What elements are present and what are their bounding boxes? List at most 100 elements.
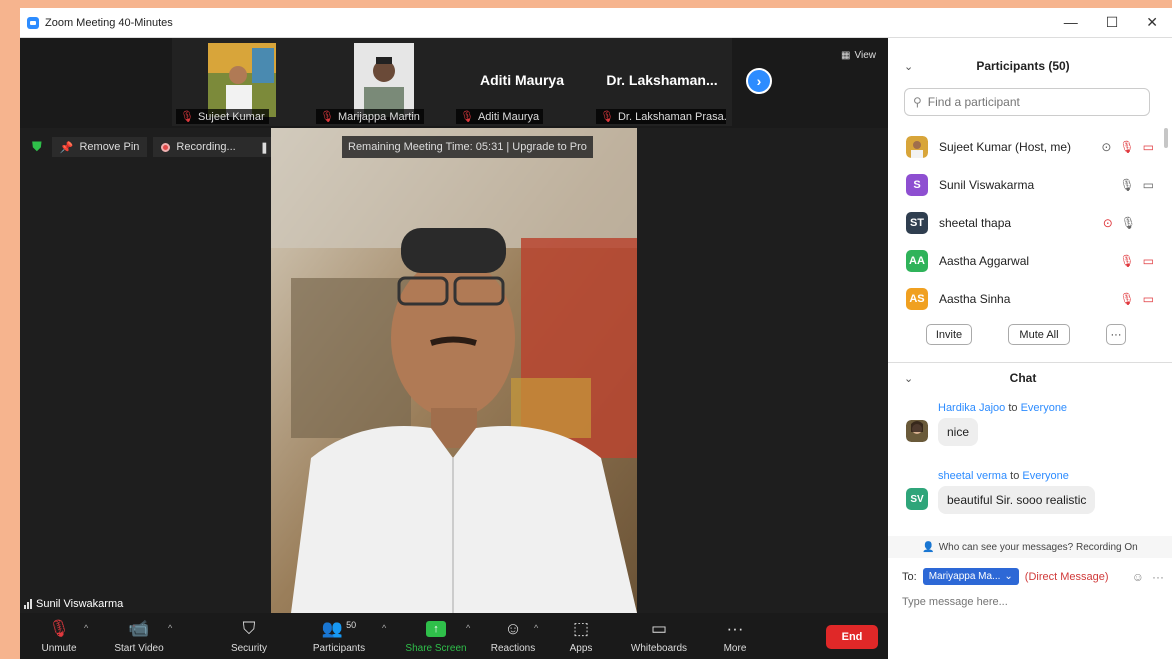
participants-header: ⌄ Participants (50) <box>904 59 1070 73</box>
shield-check-icon: ⛊ <box>32 139 42 154</box>
people-icon: 👥 <box>321 619 344 638</box>
more-options-button[interactable]: ··· <box>1106 324 1126 345</box>
collapse-chevron-icon[interactable]: ⌄ <box>904 372 913 385</box>
remove-pin-button[interactable]: 📌 Remove Pin <box>51 137 148 157</box>
thumbnail-caption: 🎙 Marijappa Martin <box>316 109 424 124</box>
chat-message-input[interactable] <box>902 596 1152 608</box>
participants-button[interactable]: 👥 50 Participants <box>304 617 374 654</box>
video-options-caret-icon[interactable]: ^ <box>168 623 172 633</box>
pin-icon: 📌 <box>59 141 74 154</box>
close-button[interactable]: ✕ <box>1146 14 1158 31</box>
whiteboards-button[interactable]: ▭ Whiteboards <box>624 617 694 654</box>
mute-all-button[interactable]: Mute All <box>1008 324 1070 345</box>
mic-muted-icon: 🎙 <box>460 111 474 123</box>
window-controls: — ☐ ✕ <box>1064 14 1158 31</box>
video-off-icon: ▭ <box>1142 254 1154 268</box>
participant-row[interactable]: ST sheetal thapa ⊙ 🎙 <box>888 204 1158 242</box>
participant-search-input[interactable] <box>927 95 1128 109</box>
collapse-chevron-icon[interactable]: ⌄ <box>904 60 913 73</box>
remaining-time-banner[interactable]: Remaining Meeting Time: 05:31 | Upgrade … <box>342 136 593 158</box>
chat-bubble: beautiful Sir. sooo realistic <box>938 486 1096 514</box>
invite-button[interactable]: Invite <box>926 324 972 345</box>
audio-options-caret-icon[interactable]: ^ <box>84 623 88 633</box>
recipient-dropdown[interactable]: Mariyappa Ma... ⌄ <box>922 568 1019 585</box>
avatar <box>906 420 928 442</box>
mic-icon: 🎙 <box>1120 216 1136 230</box>
emoji-icon[interactable]: ☺ <box>1132 570 1144 584</box>
share-caret-icon[interactable]: ^ <box>466 623 470 633</box>
more-dots-icon: ··· <box>726 619 744 638</box>
grid-icon: ▦ <box>841 50 851 61</box>
thumbnail-video[interactable]: Dr. Lakshaman... 🎙 Dr. Lakshaman Prasa..… <box>592 38 732 126</box>
recording-icon: ⊙ <box>1102 216 1113 230</box>
participant-search[interactable]: ⚲ <box>904 88 1150 116</box>
thumbnail-video[interactable]: 🎙 Sujeet Kumar <box>172 38 312 126</box>
start-video-button[interactable]: 📹 Start Video <box>104 617 174 654</box>
avatar: AS <box>906 288 928 310</box>
mic-muted-icon: 🎙 <box>600 111 614 123</box>
active-speaker-video: Remaining Meeting Time: 05:31 | Upgrade … <box>271 128 637 613</box>
apps-button[interactable]: ⬚ Apps <box>546 617 616 654</box>
avatar: ST <box>906 212 928 234</box>
video-off-icon: ▭ <box>1142 292 1154 306</box>
mic-muted-icon: 🎙 <box>1119 140 1135 154</box>
thumbnail-video[interactable]: Aditi Maurya 🎙 Aditi Maurya <box>452 38 592 126</box>
panel-divider <box>888 362 1172 363</box>
minimize-button[interactable]: — <box>1064 14 1078 31</box>
shield-icon: ⛉ <box>242 619 256 638</box>
participant-display-name: Dr. Lakshaman... <box>606 72 718 88</box>
mic-muted-icon: 🎙 <box>1119 292 1135 306</box>
mic-muted-icon: 🎙 <box>320 111 334 123</box>
more-dots-icon[interactable]: ··· <box>1152 570 1164 584</box>
mic-muted-icon: 🎙 <box>48 619 70 638</box>
recording-icon: ⊙ <box>1101 140 1112 154</box>
chat-recipient-row: To: Mariyappa Ma... ⌄ (Direct Message) ☺… <box>902 568 1164 585</box>
video-off-icon: 📹 <box>128 619 150 638</box>
participant-row[interactable]: Sujeet Kumar (Host, me) ⊙ 🎙 ▭ <box>888 128 1158 166</box>
participants-scrollbar[interactable] <box>1164 128 1168 148</box>
maximize-button[interactable]: ☐ <box>1106 14 1119 31</box>
mic-muted-icon: 🎙 <box>1119 254 1135 268</box>
end-meeting-button[interactable]: End <box>826 625 878 649</box>
video-area: 🎙 Sujeet Kumar 🎙 Marijappa Martin Aditi … <box>20 38 888 613</box>
thumbnail-caption: 🎙 Sujeet Kumar <box>176 109 269 124</box>
emoji-icon: ☺ <box>504 619 522 638</box>
apps-icon: ⬚ <box>572 619 590 638</box>
window-title: Zoom Meeting 40-Minutes <box>45 16 173 29</box>
participant-row[interactable]: AA Aastha Aggarwal 🎙 ▭ <box>888 242 1158 280</box>
participant-display-name: Aditi Maurya <box>479 72 564 88</box>
more-button[interactable]: ··· More <box>700 617 770 654</box>
chat-sender: sheetal verma to Everyone <box>938 470 1069 482</box>
meeting-toolbar: 🎙 Unmute ^ 📹 Start Video ^ ⛉ Security 👥 5… <box>20 613 888 659</box>
next-page-button[interactable]: › <box>746 68 772 94</box>
signal-bars-icon <box>24 599 32 609</box>
chat-message: SV sheetal verma to Everyone beautiful S… <box>906 470 1096 514</box>
view-button[interactable]: ▦ View <box>841 50 876 61</box>
participants-caret-icon[interactable]: ^ <box>382 623 386 633</box>
thumbnail-video[interactable]: 🎙 Marijappa Martin <box>312 38 452 126</box>
participant-actions: Invite Mute All ··· <box>888 324 1158 348</box>
zoom-window: Zoom Meeting 40-Minutes — ☐ ✕ 🎙 Sujeet K… <box>20 8 1172 659</box>
avatar: SV <box>906 488 928 510</box>
security-button[interactable]: ⛉ Security <box>214 617 284 654</box>
thumbnail-caption: 🎙 Dr. Lakshaman Prasa... <box>596 109 726 124</box>
title-bar: Zoom Meeting 40-Minutes — ☐ ✕ <box>20 8 1172 38</box>
reactions-caret-icon[interactable]: ^ <box>534 623 538 633</box>
avatar: AA <box>906 250 928 272</box>
participant-photo <box>354 43 414 117</box>
chat-header: ⌄ Chat <box>904 371 1037 385</box>
participant-row[interactable]: S Sunil Viswakarma 🎙 ▭ <box>888 166 1158 204</box>
whiteboard-icon: ▭ <box>650 619 668 638</box>
message-visibility-notice[interactable]: 👤 Who can see your messages? Recording O… <box>888 536 1172 558</box>
video-off-icon: ▭ <box>1142 140 1154 154</box>
share-screen-button[interactable]: ↑ Share Screen <box>401 617 471 654</box>
avatar <box>906 136 928 158</box>
video-icon: ▭ <box>1142 178 1154 192</box>
thumbnail-strip: 🎙 Sujeet Kumar 🎙 Marijappa Martin Aditi … <box>20 38 888 128</box>
chevron-down-icon: ⌄ <box>1004 571 1013 582</box>
chat-bubble: nice <box>938 418 979 446</box>
participant-list: Sujeet Kumar (Host, me) ⊙ 🎙 ▭ S Sunil Vi… <box>888 128 1158 318</box>
avatar: S <box>906 174 928 196</box>
participant-row[interactable]: AS Aastha Sinha 🎙 ▭ <box>888 280 1158 318</box>
speaker-video-frame <box>271 128 637 613</box>
